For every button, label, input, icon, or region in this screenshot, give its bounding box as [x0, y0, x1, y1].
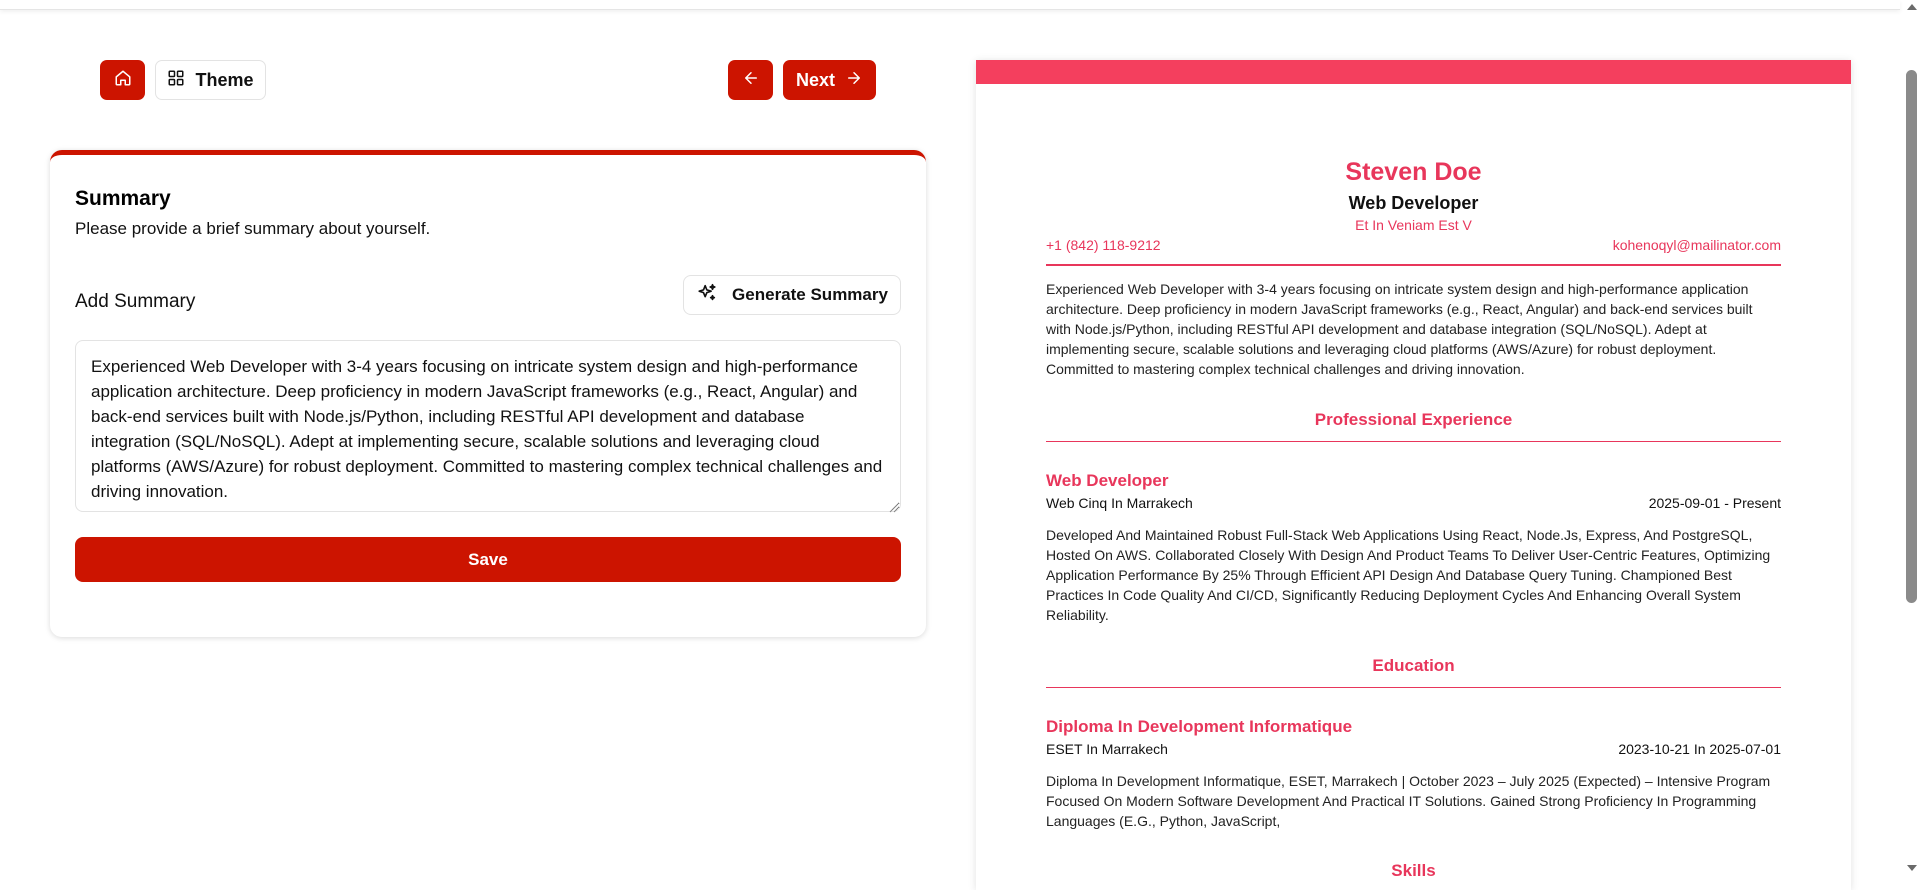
next-label: Next — [795, 69, 835, 90]
next-button[interactable]: Next — [783, 60, 876, 100]
theme-label: Theme — [195, 69, 254, 90]
top-bar-divider — [0, 0, 1900, 10]
summary-textarea[interactable]: Experienced Web Developer with 3-4 years… — [75, 340, 901, 512]
arrow-right-icon — [845, 69, 863, 92]
sparkles-icon — [696, 282, 718, 309]
experience-dates: 2025-09-01 - Present — [1648, 495, 1781, 511]
resume-address: Et In Veniam Est V — [1355, 217, 1472, 233]
resume-education-heading: Education — [1372, 656, 1455, 675]
previous-button[interactable] — [728, 60, 773, 100]
scrollbar-thumb[interactable] — [1906, 70, 1917, 603]
experience-company: Web Cinq In Marrakech — [1046, 495, 1193, 511]
scroll-up-arrow-icon[interactable] — [1907, 4, 1917, 10]
grid-icon — [167, 69, 185, 92]
theme-button[interactable]: Theme — [155, 60, 266, 100]
experience-divider — [1046, 441, 1781, 442]
editor-toolbar: Theme Next — [100, 60, 876, 100]
resume-phone: +1 (842) 118-9212 — [1046, 237, 1161, 253]
resume-email: kohenoqyl@mailinator.com — [1612, 237, 1781, 253]
resize-handle-icon[interactable] — [889, 500, 898, 513]
resume-preview: Steven Doe Web Developer Et In Veniam Es… — [976, 60, 1851, 890]
education-divider — [1046, 687, 1781, 688]
education-dates: 2023-10-21 In 2025-07-01 — [1618, 741, 1781, 757]
resume-job-title: Web Developer — [1348, 193, 1479, 213]
resume-summary: Experienced Web Developer with 3-4 years… — [1046, 281, 1753, 377]
form-title: Summary — [75, 187, 171, 210]
home-button[interactable] — [100, 60, 145, 100]
save-button[interactable]: Save — [75, 537, 901, 582]
resume-experience-heading: Professional Experience — [1314, 410, 1513, 429]
experience-description: Developed And Maintained Robust Full-Sta… — [1046, 527, 1771, 623]
resume-header-divider — [1046, 264, 1781, 266]
scroll-down-arrow-icon[interactable] — [1907, 865, 1917, 871]
education-school: ESET In Marrakech — [1046, 741, 1168, 757]
experience-title: Web Developer — [1046, 471, 1169, 490]
generate-summary-label: Generate Summary — [732, 285, 888, 304]
form-subtitle: Please provide a brief summary about you… — [75, 219, 431, 238]
arrow-left-icon — [742, 69, 760, 92]
education-description: Diploma In Development Informatique, ESE… — [1046, 773, 1771, 829]
education-title: Diploma In Development Informatique — [1046, 717, 1353, 736]
resume-name: Steven Doe — [1345, 158, 1482, 186]
resume-header-band — [976, 60, 1851, 84]
home-icon — [114, 69, 132, 92]
summary-form-card: Summary Please provide a brief summary a… — [50, 150, 926, 637]
resume-skills-heading: Skills — [1391, 861, 1436, 880]
summary-field-label: Add Summary — [75, 291, 196, 312]
generate-summary-button[interactable]: Generate Summary — [683, 275, 901, 315]
